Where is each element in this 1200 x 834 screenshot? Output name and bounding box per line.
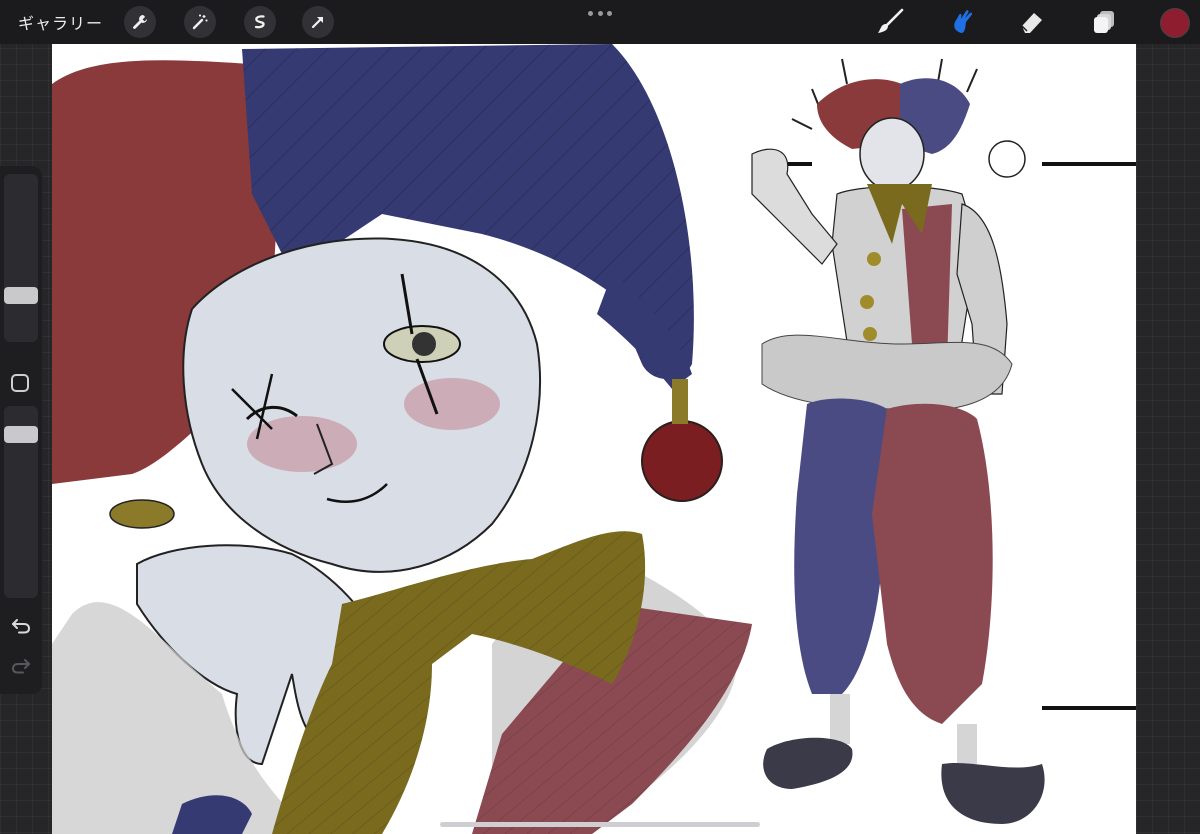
jester-portrait — [52, 44, 752, 834]
square-icon[interactable] — [11, 374, 29, 392]
drawing-canvas[interactable] — [52, 44, 1136, 834]
selection-icon[interactable] — [244, 6, 276, 38]
brush-size-slider[interactable] — [4, 174, 38, 342]
gallery-button[interactable]: ギャラリー — [18, 10, 103, 34]
eraser-icon[interactable] — [1016, 7, 1048, 37]
more-dots-icon[interactable] — [588, 8, 612, 18]
wrench-icon[interactable] — [124, 6, 156, 38]
left-sidebar — [0, 166, 42, 694]
layers-icon[interactable] — [1088, 7, 1120, 37]
transform-arrow-icon[interactable] — [302, 6, 334, 38]
brush-icon[interactable] — [874, 7, 906, 37]
opacity-thumb[interactable] — [4, 426, 38, 443]
brush-size-thumb[interactable] — [4, 287, 38, 304]
home-indicator — [440, 822, 760, 827]
current-color-swatch[interactable] — [1160, 8, 1190, 38]
magic-wand-icon[interactable] — [184, 6, 216, 38]
top-toolbar: ギャラリー — [0, 0, 1200, 44]
jester-full-body — [751, 58, 1136, 824]
undo-icon[interactable] — [10, 616, 32, 636]
opacity-slider[interactable] — [4, 406, 38, 598]
redo-icon[interactable] — [10, 656, 32, 676]
smudge-icon[interactable] — [946, 7, 978, 37]
